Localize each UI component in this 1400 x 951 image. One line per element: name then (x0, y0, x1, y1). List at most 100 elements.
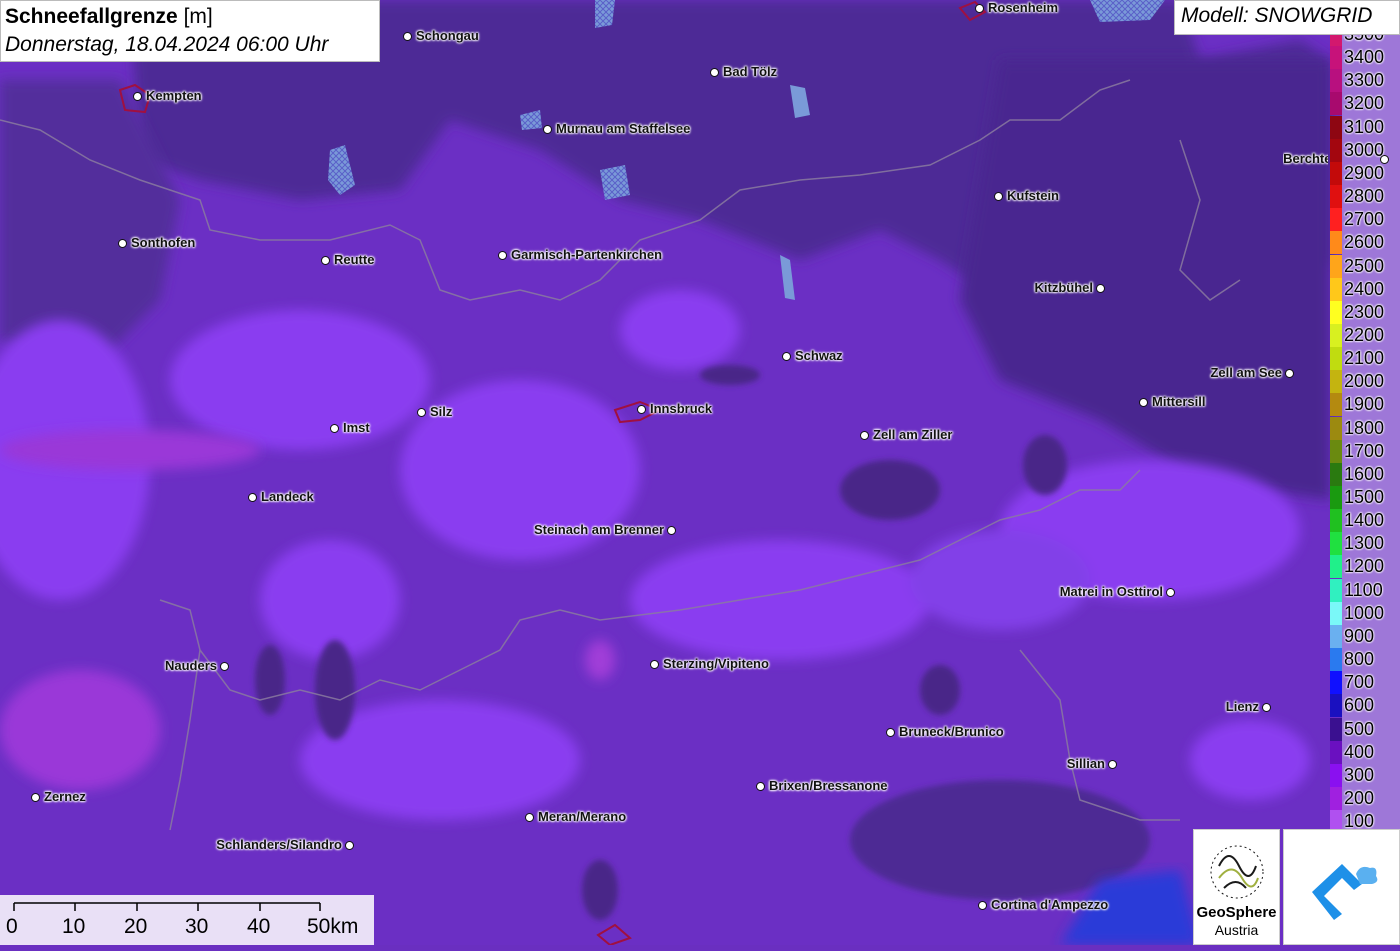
city-label: Schlanders/Silandro (216, 837, 342, 852)
legend-swatch (1330, 462, 1342, 486)
legend-item: 2500 (1328, 254, 1400, 278)
title-name: Schneefallgrenze (5, 5, 178, 28)
city-marker-icon (1262, 703, 1271, 712)
legend-item: 1700 (1328, 439, 1400, 463)
city-label: Zernez (44, 789, 86, 804)
legend-item: 900 (1328, 624, 1400, 648)
city-marker-icon (543, 125, 552, 134)
legend-item: 700 (1328, 671, 1400, 695)
legend-swatch (1330, 185, 1342, 209)
legend-item: 3300 (1328, 69, 1400, 93)
city-marker-icon (710, 68, 719, 77)
city-label: Steinach am Brenner (533, 522, 664, 537)
geosphere-name: GeoSphere (1196, 904, 1277, 921)
city-label: Nauders (164, 658, 217, 673)
geosphere-emblem-icon (1210, 845, 1264, 899)
city-marker-icon (994, 192, 1003, 201)
scale-tick-label: 20 (124, 915, 148, 938)
legend-item: 1800 (1328, 416, 1400, 440)
legend-swatch (1330, 161, 1342, 185)
city-marker-icon (756, 782, 765, 791)
legend-label: 1400 (1344, 510, 1385, 531)
legend-swatch (1330, 254, 1342, 278)
legend-swatch (1330, 347, 1342, 371)
legend-item: 1100 (1328, 578, 1400, 602)
city-marker-icon (860, 431, 869, 440)
legend-swatch (1330, 555, 1342, 579)
city-marker-icon (975, 4, 984, 13)
city-marker-icon (220, 662, 229, 671)
city-marker-icon (1166, 588, 1175, 597)
legend-item: 1900 (1328, 393, 1400, 417)
legend-item: 1200 (1328, 555, 1400, 579)
city-label: Reutte (334, 252, 375, 267)
legend-swatch (1330, 578, 1342, 602)
legend-label: 1300 (1344, 533, 1385, 554)
legend-label: 2800 (1344, 186, 1385, 207)
legend-swatch (1330, 393, 1342, 417)
legend-label: 2000 (1344, 371, 1385, 392)
legend-swatch (1330, 138, 1342, 162)
mountain-cloud-icon (1312, 864, 1378, 920)
legend-label: 1000 (1344, 602, 1385, 623)
legend-swatch (1330, 115, 1342, 139)
scale-tick-label: 0 (6, 915, 18, 938)
city-label: Berchtesgaden (1283, 151, 1328, 166)
city-marker-icon (133, 92, 142, 101)
legend-label: 300 (1344, 764, 1375, 785)
legend-swatch (1330, 35, 1342, 46)
legend-item: 2900 (1328, 161, 1400, 185)
city-label: Innsbruck (650, 401, 713, 416)
legend-item: 3500 (1328, 35, 1400, 46)
scale-tick-label: 40 (247, 915, 271, 938)
legend-swatch (1330, 717, 1342, 741)
city-label: Sillian (1066, 756, 1105, 771)
snowgrid-logo[interactable] (1283, 829, 1400, 945)
snowline-map[interactable] (0, 0, 1400, 945)
legend-label: 800 (1344, 649, 1375, 670)
geosphere-austria-logo[interactable]: GeoSphere Austria (1193, 829, 1280, 945)
legend-swatch (1330, 671, 1342, 695)
legend-item: 200 (1328, 786, 1400, 810)
legend-swatch (1330, 46, 1342, 70)
scale-tick-label: 50km (307, 915, 359, 938)
city-label: Cortina d'Ampezzo (991, 897, 1109, 912)
legend-swatch (1330, 208, 1342, 232)
legend-swatch (1330, 323, 1342, 347)
city-marker-icon (31, 793, 40, 802)
legend-item: 2400 (1328, 277, 1400, 301)
legend-label: 400 (1344, 741, 1375, 762)
legend-label: 1500 (1344, 487, 1385, 507)
legend-label: 3200 (1344, 93, 1385, 114)
legend-swatch (1330, 509, 1342, 533)
legend-label: 1600 (1344, 463, 1385, 484)
city-label: Schwaz (795, 348, 843, 363)
legend-swatch (1330, 69, 1342, 93)
legend-label: 2100 (1344, 348, 1385, 369)
scale-bar: 0 10 20 30 40 50km (0, 895, 374, 945)
legend-swatch (1330, 810, 1342, 831)
color-legend: 3500 340033003200310030002900 280027002600… (1328, 35, 1400, 831)
legend-swatch (1330, 300, 1342, 324)
legend-swatch (1330, 763, 1342, 787)
city-label: Matrei in Osttirol (1059, 584, 1163, 599)
legend-label: 1700 (1344, 440, 1385, 461)
legend-label: 2400 (1344, 278, 1385, 299)
map-datetime: Donnerstag, 18.04.2024 06:00 Uhr (5, 33, 329, 56)
legend-label: 100 (1344, 811, 1375, 831)
legend-item: 600 (1328, 694, 1400, 718)
city-marker-icon (1285, 369, 1294, 378)
legend-swatch (1330, 648, 1342, 672)
legend-item: 2600 (1328, 231, 1400, 255)
legend-swatch (1330, 532, 1342, 556)
legend-item: 1600 (1328, 462, 1400, 486)
city-marker-icon (1096, 284, 1105, 293)
city-label: Zell am Ziller (873, 427, 953, 442)
legend-label: 1200 (1344, 556, 1385, 577)
city-label: Mittersill (1152, 394, 1206, 409)
legend-item: 1500 (1328, 486, 1400, 509)
map-title: Schneefallgrenze [m] (5, 3, 375, 31)
city-marker-icon (417, 408, 426, 417)
city-label: Imst (343, 420, 370, 435)
legend-label: 1800 (1344, 417, 1385, 438)
